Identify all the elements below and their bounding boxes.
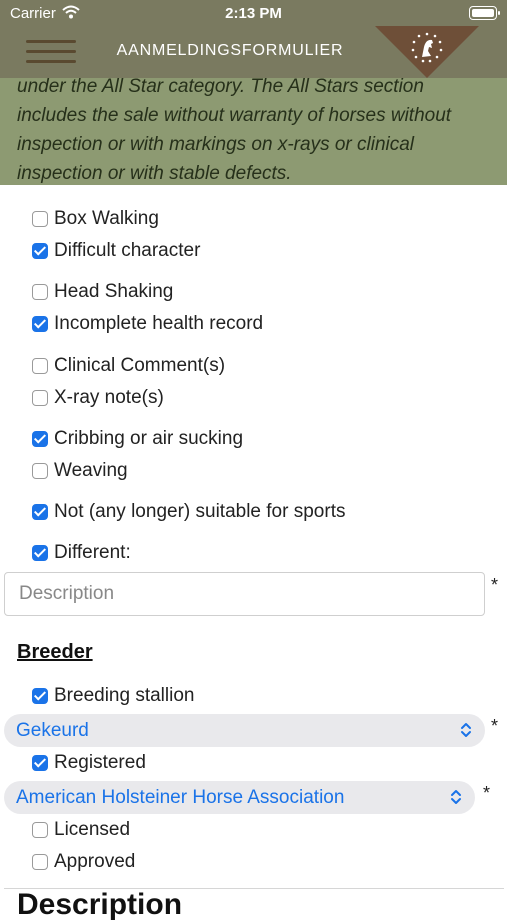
required-marker: * (483, 783, 491, 803)
checkbox-label: Licensed (54, 819, 131, 840)
checkbox-approved[interactable]: Approved (32, 851, 135, 873)
checkbox-checked-icon[interactable] (32, 755, 48, 771)
checkbox-unchecked-icon[interactable] (32, 358, 48, 374)
checkbox-label: Weaving (54, 460, 128, 481)
checkbox-not-suitable-sports[interactable]: Not (any longer) suitable for sports (32, 501, 345, 523)
checkbox-label: Difficult character (54, 240, 201, 261)
stallion-status-select[interactable]: Gekeurd (4, 714, 485, 747)
checkbox-breeding-stallion[interactable]: Breeding stallion (32, 685, 194, 707)
checkbox-label: Head Shaking (54, 281, 174, 302)
checkbox-label: Not (any longer) suitable for sports (54, 501, 346, 522)
checkbox-cribbing[interactable]: Cribbing or air sucking (32, 428, 243, 450)
association-select[interactable]: American Holsteiner Horse Association (4, 781, 475, 814)
checkbox-label: Breeding stallion (54, 685, 195, 706)
checkbox-label: Cribbing or air sucking (54, 428, 244, 449)
checkbox-label: Different: (54, 542, 131, 563)
checkbox-checked-icon[interactable] (32, 316, 48, 332)
battery-icon (469, 6, 500, 20)
checkbox-unchecked-icon[interactable] (32, 284, 48, 300)
checkbox-unchecked-icon[interactable] (32, 854, 48, 870)
checkbox-label: Approved (54, 851, 136, 872)
checkbox-checked-icon[interactable] (32, 545, 48, 561)
checkbox-xray-notes[interactable]: X-ray note(s) (32, 387, 164, 409)
nav-bar: AANMELDINGSFORMULIER (0, 26, 507, 78)
checkbox-label: X-ray note(s) (54, 387, 164, 408)
checkbox-label: Registered (54, 752, 146, 773)
checkbox-weaving[interactable]: Weaving (32, 460, 128, 482)
checkbox-difficult-character[interactable]: Difficult character (32, 240, 200, 262)
breeder-section-title: Breeder (17, 641, 93, 663)
select-value: American Holsteiner Horse Association (16, 786, 345, 808)
checkbox-unchecked-icon[interactable] (32, 211, 48, 227)
info-banner: under the All Star category. The All Sta… (0, 78, 507, 185)
checkbox-different[interactable]: Different: (32, 542, 131, 564)
info-banner-text: under the All Star category. The All Sta… (17, 78, 452, 184)
checkbox-head-shaking[interactable]: Head Shaking (32, 281, 173, 303)
checkbox-checked-icon[interactable] (32, 688, 48, 704)
checkbox-box-walking[interactable]: Box Walking (32, 208, 159, 230)
chevron-up-down-icon (461, 723, 471, 737)
brand-logo[interactable] (375, 26, 479, 78)
checkbox-label: Clinical Comment(s) (54, 355, 226, 376)
checkbox-checked-icon[interactable] (32, 504, 48, 520)
checkbox-licensed[interactable]: Licensed (32, 819, 130, 841)
checkbox-unchecked-icon[interactable] (32, 390, 48, 406)
checkbox-incomplete-health-record[interactable]: Incomplete health record (32, 313, 263, 335)
checkbox-checked-icon[interactable] (32, 431, 48, 447)
checkbox-clinical-comments[interactable]: Clinical Comment(s) (32, 355, 225, 377)
checkbox-unchecked-icon[interactable] (32, 822, 48, 838)
description-input[interactable] (4, 572, 485, 616)
checkbox-label: Incomplete health record (54, 313, 264, 334)
status-bar: Carrier 2:13 PM (0, 0, 507, 26)
required-marker: * (491, 716, 499, 736)
checkbox-label: Box Walking (54, 208, 159, 229)
required-marker: * (491, 575, 499, 595)
checkbox-registered[interactable]: Registered (32, 752, 146, 774)
checkbox-checked-icon[interactable] (32, 243, 48, 259)
description-section-title: Description (17, 888, 183, 921)
chevron-up-down-icon (451, 790, 461, 804)
checkbox-unchecked-icon[interactable] (32, 463, 48, 479)
clock: 2:13 PM (225, 5, 282, 22)
select-value: Gekeurd (16, 719, 89, 741)
